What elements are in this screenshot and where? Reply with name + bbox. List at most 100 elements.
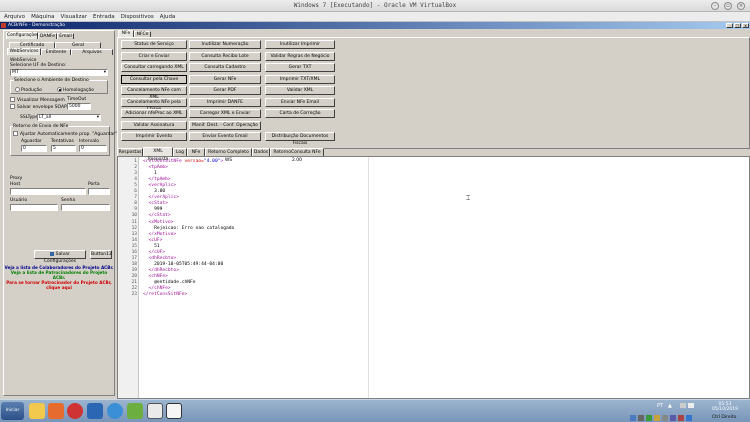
display-icon[interactable] (662, 415, 668, 421)
check-ajustar[interactable]: Ajustar Automaticamente prop. "Aguardar" (13, 131, 117, 137)
menu-visualizar[interactable]: Visualizar (61, 14, 87, 20)
checkbox-icon (13, 131, 18, 136)
menu-arquivo[interactable]: Arquivo (4, 14, 25, 20)
app-icon-1[interactable] (87, 403, 103, 419)
grid-button-4-1[interactable]: Gerar PDF (189, 86, 261, 95)
ssltype-select[interactable]: LT_all ▾ (37, 114, 101, 121)
grid-button-5-1[interactable]: Imprimir DANFE (189, 97, 261, 107)
aguardar-input[interactable]: 0 (21, 145, 47, 152)
grid-button-6-0[interactable]: Adicionar nfeProc ao XML (121, 109, 187, 118)
app-minimize-icon[interactable]: _ (726, 23, 733, 28)
close-icon[interactable]: × (737, 2, 745, 10)
grid-button-3-0[interactable]: Consultar pela Chave (121, 74, 187, 84)
tab-bottom-6[interactable]: RetornoConsulta NFe 2.00 (270, 148, 324, 163)
grid-button-6-2[interactable]: Carta de Correção (265, 109, 335, 118)
grid-button-0-0[interactable]: Status de Serviço (121, 40, 187, 49)
grid-button-0-1[interactable]: Inutilizar Numeração (189, 40, 261, 49)
radio-producao[interactable]: Produção (15, 87, 42, 93)
uf-select[interactable]: MT ▾ (10, 69, 108, 76)
link-patrocinadores[interactable]: Veja a lista de Patrocinadores do Projet… (4, 270, 114, 280)
grid-button-5-0[interactable]: Cancelamento NFe pela Chave (121, 97, 187, 112)
tab-geral[interactable]: Geral (55, 42, 101, 48)
app-icon-2[interactable] (127, 403, 143, 419)
menu-entrada[interactable]: Entrada (93, 14, 115, 20)
tab-webservices[interactable]: WebServices (7, 48, 41, 55)
app-close-icon[interactable]: x (742, 23, 749, 28)
tray-arrow-icon[interactable]: ▲ (668, 403, 672, 409)
explorer-icon[interactable] (29, 403, 45, 419)
tab-configuracoes[interactable]: Configurações (6, 32, 39, 39)
tab-bottom-5[interactable]: Dados (252, 148, 270, 156)
tab-email[interactable]: Email (57, 33, 74, 39)
grid-button-7-1[interactable]: Manif. Dest. - Conf. Operação (189, 120, 261, 130)
host-input[interactable] (10, 188, 86, 195)
volume-icon[interactable] (688, 403, 694, 408)
tentativas-input[interactable]: 5 (51, 145, 76, 152)
start-button[interactable]: Iniciar (1, 402, 24, 420)
tab-arquivos[interactable]: Arquivos (71, 49, 113, 55)
hdd-icon[interactable] (630, 415, 636, 421)
intervalo-input[interactable]: 0 (79, 145, 107, 152)
media-player-icon[interactable] (48, 403, 64, 419)
tab-bottom-4[interactable]: Retorno Completo WS (205, 148, 252, 163)
grid-button-3-1[interactable]: Gerar NFe (189, 74, 261, 84)
lang-indicator[interactable]: PT (657, 403, 663, 409)
maximize-icon[interactable]: ▫ (724, 2, 732, 10)
shared-folder-icon[interactable] (654, 415, 660, 421)
check-salvar-envelope[interactable]: Salvar envelope SOAP (10, 104, 67, 110)
app-maximize-icon[interactable]: □ (734, 23, 741, 28)
tab-bottom-2[interactable]: Log (173, 148, 187, 156)
grid-button-6-1[interactable]: Carregar XML e Enviar (189, 109, 261, 118)
tab-danfe[interactable]: DANFe (38, 33, 57, 39)
check-visualizar-msgs[interactable]: Visualizar Mensagem (10, 97, 65, 103)
minimize-icon[interactable]: – (711, 2, 719, 10)
tab-bottom-0[interactable]: Respostas (117, 148, 143, 156)
code-line: </tpAmb> (143, 177, 171, 183)
tab-emitente[interactable]: Emitente (41, 49, 71, 55)
button13[interactable]: Button13 (90, 250, 112, 259)
tab-bottom-3[interactable]: NFe (187, 148, 205, 156)
recording-icon[interactable] (678, 415, 684, 421)
chrome-icon[interactable] (67, 403, 83, 419)
mouse-integration-icon[interactable] (686, 415, 692, 421)
grid-button-1-2[interactable]: Validar Regras de Negócio (265, 51, 335, 61)
grid-button-2-2[interactable]: Gerar TXT (265, 63, 335, 72)
porta-input[interactable] (88, 188, 110, 195)
radio-homologacao[interactable]: Homologação (57, 87, 94, 93)
clock[interactable]: 05:53 05/10/2019 (712, 402, 738, 412)
menu-maquina[interactable]: Máquina (31, 14, 54, 20)
grid-button-1-1[interactable]: Consulta Recibo Lote (189, 51, 261, 61)
usuario-input[interactable] (10, 204, 58, 211)
optical-drive-icon[interactable] (638, 415, 644, 421)
usb-icon[interactable] (646, 415, 652, 421)
menu-ajuda[interactable]: Ajuda (160, 14, 176, 20)
network-icon[interactable] (680, 403, 686, 408)
tab-nfe[interactable]: NFe (118, 30, 134, 37)
grid-button-8-1[interactable]: Enviar Evento Email (189, 132, 261, 141)
grid-button-2-1[interactable]: Consulta Cadastro (189, 63, 261, 72)
link-clique-aqui[interactable]: clique aqui (4, 285, 114, 290)
grid-button-3-2[interactable]: Imprimir TXT/XML (265, 74, 335, 84)
code-line: @entidade.chNFe (143, 280, 196, 285)
checkbox-icon (10, 97, 15, 102)
grid-button-5-2[interactable]: Enviar NFe Email (265, 97, 335, 107)
acbr-app-icon[interactable] (166, 403, 182, 419)
tab-bottom-1[interactable]: XML Resposta (143, 147, 173, 162)
grid-button-0-2[interactable]: Inutilizar Imprimir (265, 40, 335, 49)
salvar-configuracoes-button[interactable]: Salvar Configurações (34, 250, 86, 264)
timeout-input[interactable]: 5000 (67, 103, 91, 110)
xml-editor[interactable]: 1 2 3 4 5 6 7 8 9 10 11 12 13 14 15 16 17 18 19 20 21 22 23 ⌶ … (117, 156, 750, 399)
grid-button-2-0[interactable]: Consultar carregando XML (121, 63, 187, 72)
network-adapter-icon[interactable] (670, 415, 676, 421)
grid-button-7-0[interactable]: Validar Assinatura (121, 120, 187, 130)
menu-dispositivos[interactable]: Dispositivos (121, 14, 154, 20)
senha-input[interactable] (61, 204, 110, 211)
app-icon-3[interactable] (147, 403, 163, 419)
grid-button-8-0[interactable]: Imprimir Evento (121, 132, 187, 141)
grid-button-4-0[interactable]: Cancelamento NFe com XML (121, 86, 187, 100)
grid-button-1-0[interactable]: Criar e Enviar (121, 51, 187, 61)
grid-button-8-2[interactable]: Distribuição Documentos Fiscais (265, 132, 335, 146)
grid-button-4-2[interactable]: Validar XML (265, 86, 335, 95)
browser-icon[interactable] (107, 403, 123, 419)
line-number: 17 (131, 255, 137, 261)
